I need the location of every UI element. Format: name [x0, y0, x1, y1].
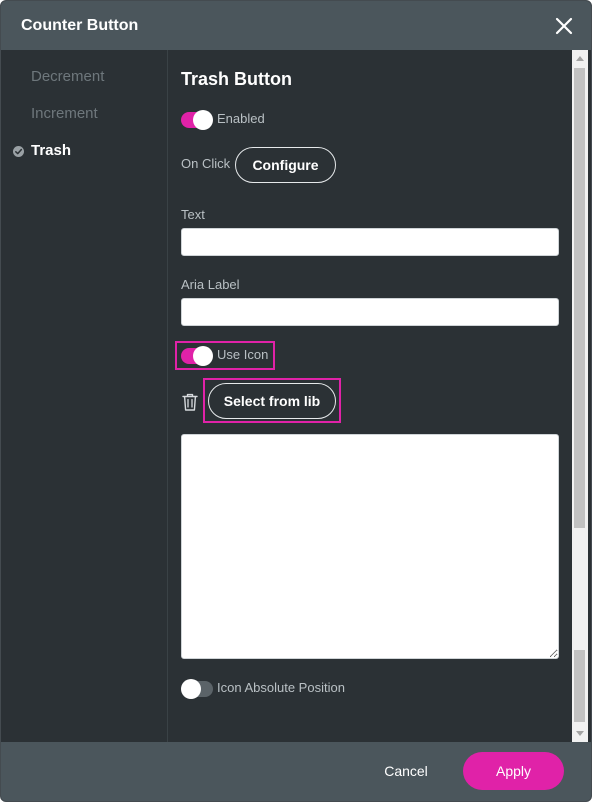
- use-icon-toggle[interactable]: [181, 346, 213, 366]
- enabled-label: Enabled: [217, 111, 265, 126]
- apply-button[interactable]: Apply: [463, 752, 564, 790]
- toggle-knob: [181, 679, 201, 699]
- check-circle-icon: [13, 146, 24, 157]
- aria-label-input[interactable]: [181, 298, 559, 326]
- use-icon-label: Use Icon: [217, 347, 269, 362]
- sidebar-item-label: Increment: [31, 105, 98, 122]
- configure-button[interactable]: Configure: [235, 147, 336, 183]
- section-title: Trash Button: [181, 69, 292, 89]
- text-input[interactable]: [181, 228, 559, 256]
- icon-absolute-position-label: Icon Absolute Position: [217, 680, 345, 695]
- sidebar-item-decrement[interactable]: Decrement: [1, 62, 167, 92]
- counter-button-dialog: Counter Button Decrement Increment Trash…: [0, 0, 592, 802]
- icon-svg-textarea[interactable]: [181, 434, 559, 659]
- scrollbar-track-segment[interactable]: [574, 650, 585, 722]
- vertical-scrollbar[interactable]: [572, 50, 588, 742]
- icon-absolute-position-toggle[interactable]: [181, 679, 213, 699]
- dialog-title: Counter Button: [21, 17, 139, 34]
- sidebar-item-label: Decrement: [31, 68, 105, 85]
- close-icon[interactable]: [553, 15, 575, 37]
- enabled-toggle[interactable]: [181, 110, 213, 130]
- trash-icon[interactable]: [181, 392, 199, 412]
- sidebar: Decrement Increment Trash: [1, 50, 168, 742]
- scroll-up-icon[interactable]: [572, 52, 588, 66]
- aria-label-label: Aria Label: [181, 277, 240, 292]
- on-click-label: On Click: [181, 156, 231, 171]
- sidebar-item-trash[interactable]: Trash: [1, 136, 167, 166]
- toggle-knob: [193, 346, 213, 366]
- properties-panel: Trash Button Enabled On Click Configure …: [169, 50, 572, 742]
- text-label: Text: [181, 207, 205, 222]
- cancel-button[interactable]: Cancel: [373, 756, 439, 786]
- toggle-knob: [193, 110, 213, 130]
- sidebar-item-increment[interactable]: Increment: [1, 99, 167, 129]
- dialog-titlebar: Counter Button: [1, 1, 591, 50]
- select-from-lib-button[interactable]: Select from lib: [208, 383, 336, 419]
- scrollbar-thumb[interactable]: [574, 68, 585, 528]
- scroll-down-icon[interactable]: [572, 726, 588, 740]
- sidebar-item-label: Trash: [31, 142, 72, 159]
- dialog-footer: Cancel Apply: [1, 742, 591, 801]
